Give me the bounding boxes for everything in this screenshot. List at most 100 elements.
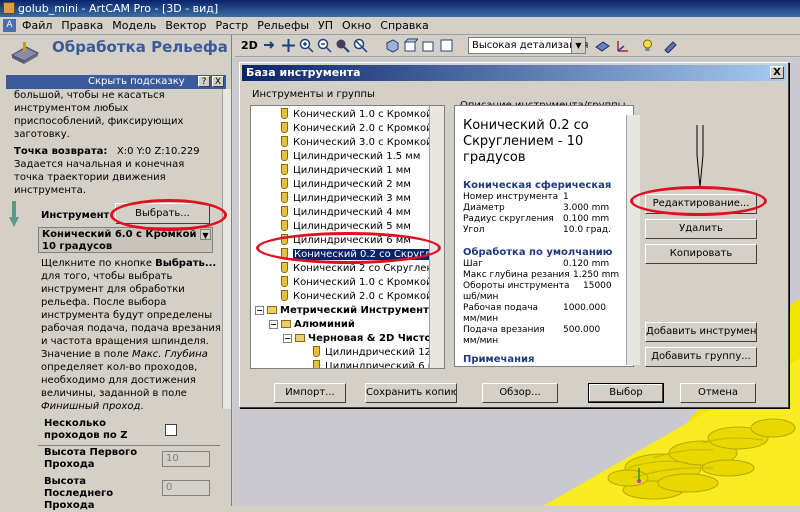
side-view-icon[interactable] [421, 38, 436, 53]
tree-scrollbar[interactable] [429, 106, 444, 368]
copy-tool-button[interactable]: Копировать [645, 244, 757, 264]
collapse-icon[interactable]: − [269, 320, 278, 329]
help-text-part: Щелкните по кнопке [41, 258, 156, 269]
tree-item-tool[interactable]: Конический 2.0 с Кромкой - 10 [281, 122, 445, 135]
view-toolbar: 2D Высокая детализация ▼ [235, 35, 800, 57]
iso-view-icon[interactable] [385, 38, 400, 53]
menu-help[interactable]: Справка [380, 19, 428, 32]
hint-close-button[interactable]: X [212, 76, 224, 87]
zoom-extents-icon[interactable] [335, 38, 350, 53]
pan-icon[interactable] [281, 38, 296, 53]
tool-icon [281, 276, 288, 287]
add-group-button[interactable]: Добавить группу... [645, 347, 757, 367]
tree-item-tool[interactable]: Конический 2.0 с Кромкой - 45 [281, 290, 444, 303]
menu-file[interactable]: Файл [22, 19, 52, 32]
param-value: 15000 [583, 281, 612, 291]
param-key: мм/мин [463, 336, 499, 346]
tree-item-label: Конический 2.0 с Кромкой - 10 [293, 123, 445, 134]
tool-icon [281, 192, 288, 203]
chevron-down-icon[interactable]: ▼ [200, 229, 211, 240]
help-text-bold: Выбрать... [155, 258, 217, 269]
tree-item-tool[interactable]: Цилиндрический 3 мм [281, 192, 411, 205]
tree-item-label: Цилиндрический 1 мм [293, 165, 411, 176]
first-pass-input[interactable]: 10 [162, 451, 210, 467]
menu-edit[interactable]: Правка [61, 19, 103, 32]
delete-tool-button[interactable]: Удалить [645, 219, 757, 239]
tree-item-label: Конический 1.0 с Кромкой - 5 гр [293, 109, 444, 120]
detail-level-select[interactable]: Высокая детализация ▼ [468, 37, 588, 54]
first-pass-label: Высота Первого Прохода [44, 447, 138, 470]
zoom-in-icon[interactable] [299, 38, 314, 53]
menu-bitmap[interactable]: Растр [215, 19, 248, 32]
param-value: 1.250 mm [573, 270, 620, 280]
collapse-icon[interactable]: − [255, 306, 264, 315]
window-title: golub_mini - ArtCAM Pro - [3D - вид] [18, 2, 219, 15]
tree-item-label: Метрический Инструмент [280, 305, 429, 316]
last-pass-input[interactable]: 0 [162, 480, 210, 496]
menu-model[interactable]: Модель [112, 19, 156, 32]
relief-machining-panel: Обработка Рельефа Скрыть подсказку ? X б… [0, 35, 232, 511]
selected-tool-name[interactable]: Конический 6.0 с Кромкой - 10 градусов ▼ [38, 227, 213, 253]
tree-group-metric[interactable]: − Метрический Инструмент [255, 304, 429, 317]
add-tool-button[interactable]: Добавить инструмент... [645, 322, 757, 342]
tree-item-tool[interactable]: Конический 2 со Скруглени [281, 262, 440, 275]
chevron-down-icon[interactable]: ▼ [571, 38, 585, 53]
param-row: Шаг 0.120 mm [463, 259, 609, 270]
tree-group-aluminium[interactable]: − Алюминий [269, 318, 355, 331]
tree-item-tool[interactable]: Цилиндрический 1 мм [281, 164, 411, 177]
save-copy-button[interactable]: Сохранить копию... [365, 383, 457, 403]
tree-item-label: Конический 3.0 с Кромкой - 10 [293, 137, 445, 148]
tool-icon [281, 122, 288, 133]
light-bulb-icon[interactable] [640, 38, 655, 53]
tool-preview-icon [696, 125, 704, 188]
front-view-icon[interactable] [403, 38, 418, 53]
section-conical: Коническая сферическая [463, 180, 612, 191]
return-point-value: X:0 Y:0 Z:10.229 [116, 146, 200, 157]
tree-item-tool[interactable]: Конический 1.0 с Кромкой - 5 гр [281, 108, 444, 121]
collapse-icon[interactable]: − [283, 334, 292, 343]
window-titlebar: golub_mini - ArtCAM Pro - [3D - вид] [0, 0, 800, 17]
zoom-window-icon[interactable] [353, 38, 368, 53]
folder-icon [281, 320, 291, 328]
tree-item-tool[interactable]: Цилиндрический 2 мм [281, 178, 411, 191]
description-scrollbar[interactable] [626, 115, 640, 365]
document-icon[interactable]: A [3, 19, 16, 32]
menu-vector[interactable]: Вектор [165, 19, 206, 32]
param-value: 0.120 mm [563, 259, 610, 269]
axes-icon[interactable] [615, 38, 630, 53]
tree-item-tool[interactable]: Цилиндрический 12 мм [313, 346, 445, 359]
shading-icon[interactable] [595, 38, 610, 53]
tree-item-tool[interactable]: Цилиндрический 4 мм [281, 206, 411, 219]
tool-settings-icon[interactable] [663, 38, 678, 53]
menu-window[interactable]: Окно [342, 19, 371, 32]
menu-relief[interactable]: Рельефы [257, 19, 309, 32]
2d-view-button[interactable]: 2D [241, 39, 258, 52]
last-pass-label: Высота Последнего Прохода [44, 476, 114, 511]
tree-item-tool[interactable]: Конический 1.0 с Кромкой - 45 [281, 276, 444, 289]
import-button[interactable]: Импорт... [274, 383, 346, 403]
select-button[interactable]: Выбор [588, 383, 664, 403]
app-icon [3, 2, 15, 14]
tree-group-roughing[interactable]: − Черновая & 2D Чистова [283, 332, 444, 345]
help-button[interactable]: ? [198, 76, 210, 87]
cancel-button[interactable]: Отмена [680, 383, 756, 403]
tree-item-tool[interactable]: Конический 3.0 с Кромкой - 10 [281, 136, 445, 149]
tree-item-label: Цилиндрический 12 мм [325, 347, 445, 358]
top-view-icon[interactable] [439, 38, 454, 53]
param-row: Диаметр 3.000 mm [463, 203, 609, 214]
tree-item-label: Конический 2 со Скруглени [293, 263, 440, 274]
help-text-part: для того, чтобы выбрать инструмент для о… [41, 271, 221, 360]
hide-hint-link[interactable]: Скрыть подсказку [88, 76, 185, 87]
menu-toolpaths[interactable]: УП [318, 19, 333, 32]
tree-item-tool[interactable]: Цилиндрический 6 мм [313, 360, 443, 368]
close-icon[interactable]: X [770, 66, 784, 79]
folder-icon [267, 306, 277, 314]
tool-icon [281, 262, 288, 273]
browse-button[interactable]: Обзор... [482, 383, 558, 403]
pointer-icon[interactable] [261, 38, 276, 53]
tree-group-label: Инструменты и группы [250, 89, 377, 100]
zoom-out-icon[interactable] [317, 38, 332, 53]
panel-scrollbar[interactable] [222, 89, 231, 409]
multi-pass-checkbox[interactable] [165, 424, 177, 436]
tree-item-tool[interactable]: Цилиндрический 1.5 мм [281, 150, 420, 163]
